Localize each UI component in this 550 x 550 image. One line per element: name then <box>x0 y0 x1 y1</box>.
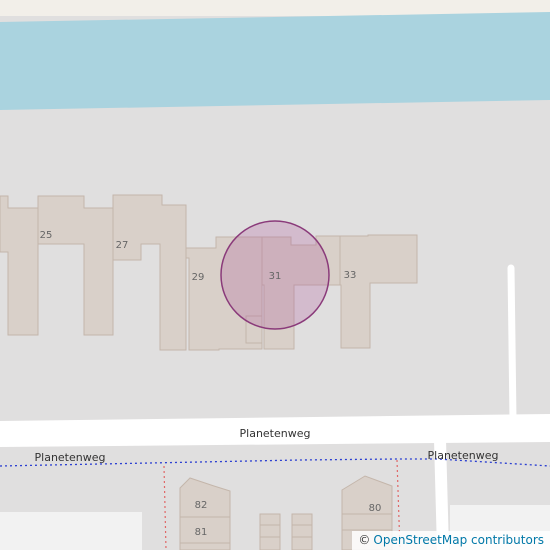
map-view[interactable]: 25 27 29 31 33 82 81 80 Planetenweg Plan… <box>0 0 550 550</box>
water-body <box>0 12 550 110</box>
house-number: 25 <box>40 230 53 241</box>
land-block-left <box>0 512 142 550</box>
building-small-2 <box>291 513 313 550</box>
house-number: 81 <box>195 527 208 538</box>
building-25 <box>37 195 114 336</box>
map-canvas[interactable]: 25 27 29 31 33 82 81 80 Planetenweg Plan… <box>0 0 550 550</box>
building-82-81 <box>179 477 231 550</box>
building-27 <box>112 194 187 351</box>
street-label: Planetenweg <box>35 451 106 464</box>
attribution-link[interactable]: OpenStreetMap contributors <box>373 533 544 547</box>
attribution: © OpenStreetMap contributors <box>352 531 550 550</box>
boundary-line-left <box>163 465 167 550</box>
house-number: 33 <box>344 270 357 281</box>
building-33 <box>339 234 418 349</box>
house-number: 27 <box>116 240 129 251</box>
house-number: 82 <box>195 500 208 511</box>
house-number: 29 <box>192 272 205 283</box>
street-label: Planetenweg <box>428 449 499 462</box>
house-number: 80 <box>369 503 382 514</box>
marker-label: 31 <box>269 271 282 282</box>
building-left-edge <box>0 195 39 336</box>
building-small-1 <box>259 513 281 550</box>
copyright-symbol: © <box>358 533 371 547</box>
street-label: Planetenweg <box>240 427 311 440</box>
footpath[interactable] <box>507 264 517 424</box>
